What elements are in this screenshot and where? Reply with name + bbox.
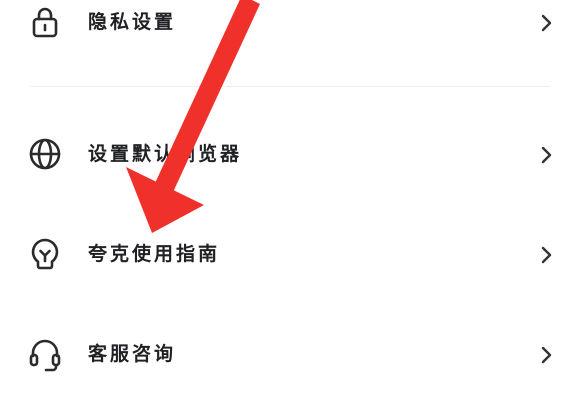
menu-item-label: 隐私设置 xyxy=(88,11,177,33)
menu-item-customer-service[interactable]: 客服咨询 xyxy=(0,314,576,394)
menu-item-user-guide[interactable]: 夸克使用指南 xyxy=(0,214,576,294)
chevron-right-icon xyxy=(536,143,556,167)
globe-icon xyxy=(27,136,63,172)
menu-item-privacy-settings[interactable]: 隐私设置 xyxy=(0,0,576,62)
menu-item-label: 客服咨询 xyxy=(88,343,177,365)
menu-item-label: 设置默认浏览器 xyxy=(88,143,243,165)
chevron-right-icon xyxy=(536,11,556,35)
chevron-right-icon xyxy=(536,343,556,367)
settings-menu: 隐私设置 设置默认浏览器 夸克使用指南 客服咨询 xyxy=(0,0,576,402)
section-divider xyxy=(30,86,550,87)
headset-icon xyxy=(27,336,63,372)
lock-icon xyxy=(27,4,63,40)
menu-item-label: 夸克使用指南 xyxy=(88,243,221,265)
lightbulb-icon xyxy=(27,236,63,272)
menu-item-default-browser[interactable]: 设置默认浏览器 xyxy=(0,114,576,194)
chevron-right-icon xyxy=(536,243,556,267)
